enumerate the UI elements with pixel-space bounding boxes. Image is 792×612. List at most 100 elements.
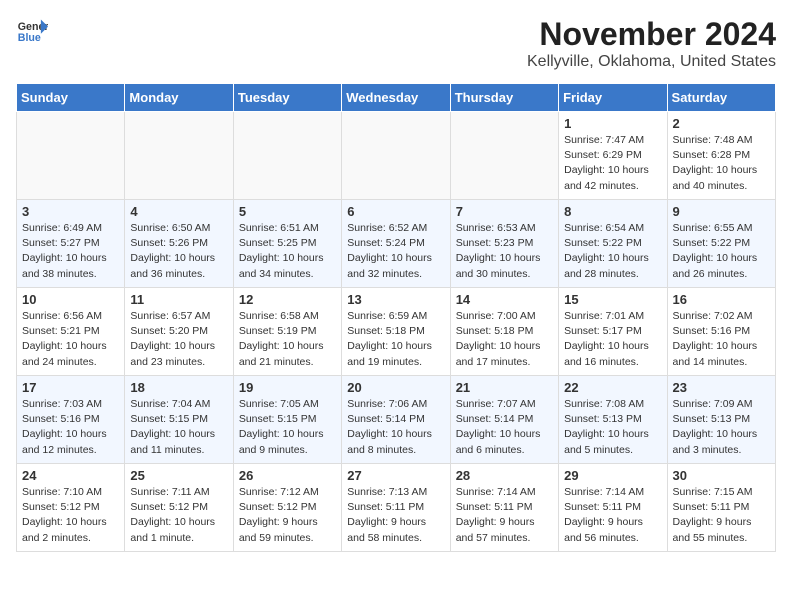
day-info: Sunrise: 6:51 AM Sunset: 5:25 PM Dayligh… [239,221,336,282]
day-number: 16 [673,292,770,307]
day-number: 12 [239,292,336,307]
day-number: 7 [456,204,553,219]
day-number: 23 [673,380,770,395]
day-number: 20 [347,380,444,395]
day-number: 13 [347,292,444,307]
calendar-day-cell: 20 Sunrise: 7:06 AM Sunset: 5:14 PM Dayli… [342,376,450,464]
calendar-week-row: 10Sunrise: 6:56 AM Sunset: 5:21 PM Dayli… [17,288,776,376]
day-number: 27 [347,468,444,483]
day-number: 1 [564,116,661,131]
calendar-day-cell: 16 Sunrise: 7:02 AM Sunset: 5:16 PM Dayli… [667,288,775,376]
day-info: Sunrise: 7:14 AM Sunset: 5:11 PM Dayligh… [456,485,553,546]
day-number: 14 [456,292,553,307]
day-number: 11 [130,292,227,307]
day-info: Sunrise: 6:57 AM Sunset: 5:20 PM Dayligh… [130,309,227,370]
calendar-day-cell [233,112,341,200]
month-title: November 2024 [527,16,776,53]
day-number: 3 [22,204,119,219]
day-info: Sunrise: 7:47 AM Sunset: 6:29 PM Dayligh… [564,133,661,194]
calendar-week-row: 3 Sunrise: 6:49 AM Sunset: 5:27 PM Daylig… [17,200,776,288]
day-number: 30 [673,468,770,483]
weekday-header-cell: Tuesday [233,84,341,112]
calendar-day-cell: 25 Sunrise: 7:11 AM Sunset: 5:12 PM Dayli… [125,464,233,552]
weekday-header-cell: Wednesday [342,84,450,112]
calendar-day-cell: 22Sunrise: 7:08 AM Sunset: 5:13 PM Dayli… [559,376,667,464]
day-info: Sunrise: 6:52 AM Sunset: 5:24 PM Dayligh… [347,221,444,282]
calendar-day-cell: 9Sunrise: 6:55 AM Sunset: 5:22 PM Daylig… [667,200,775,288]
day-number: 18 [130,380,227,395]
calendar-day-cell: 13 Sunrise: 6:59 AM Sunset: 5:18 PM Dayli… [342,288,450,376]
day-info: Sunrise: 6:59 AM Sunset: 5:18 PM Dayligh… [347,309,444,370]
calendar-day-cell: 28 Sunrise: 7:14 AM Sunset: 5:11 PM Dayli… [450,464,558,552]
calendar-day-cell: 7 Sunrise: 6:53 AM Sunset: 5:23 PM Daylig… [450,200,558,288]
day-number: 6 [347,204,444,219]
calendar-day-cell: 3 Sunrise: 6:49 AM Sunset: 5:27 PM Daylig… [17,200,125,288]
calendar-day-cell: 18 Sunrise: 7:04 AM Sunset: 5:15 PM Dayli… [125,376,233,464]
calendar-day-cell: 15Sunrise: 7:01 AM Sunset: 5:17 PM Dayli… [559,288,667,376]
calendar-day-cell: 24 Sunrise: 7:10 AM Sunset: 5:12 PM Dayli… [17,464,125,552]
calendar-day-cell: 26 Sunrise: 7:12 AM Sunset: 5:12 PM Dayli… [233,464,341,552]
weekday-header-row: SundayMondayTuesdayWednesdayThursdayFrid… [17,84,776,112]
day-number: 19 [239,380,336,395]
day-info: Sunrise: 7:12 AM Sunset: 5:12 PM Dayligh… [239,485,336,546]
weekday-header-cell: Thursday [450,84,558,112]
calendar-day-cell: 1 Sunrise: 7:47 AM Sunset: 6:29 PM Daylig… [559,112,667,200]
calendar-day-cell: 27 Sunrise: 7:13 AM Sunset: 5:11 PM Dayli… [342,464,450,552]
page-header: General Blue November 2024 Kellyville, O… [16,16,776,71]
day-number: 29 [564,468,661,483]
day-info: Sunrise: 6:53 AM Sunset: 5:23 PM Dayligh… [456,221,553,282]
day-number: 24 [22,468,119,483]
day-info: Sunrise: 7:04 AM Sunset: 5:15 PM Dayligh… [130,397,227,458]
calendar-week-row: 1 Sunrise: 7:47 AM Sunset: 6:29 PM Daylig… [17,112,776,200]
logo-icon: General Blue [16,16,48,48]
day-number: 9 [673,204,770,219]
day-number: 15 [564,292,661,307]
day-info: Sunrise: 7:13 AM Sunset: 5:11 PM Dayligh… [347,485,444,546]
svg-text:Blue: Blue [18,32,41,44]
calendar-day-cell [342,112,450,200]
day-number: 5 [239,204,336,219]
day-number: 17 [22,380,119,395]
calendar-day-cell: 5 Sunrise: 6:51 AM Sunset: 5:25 PM Daylig… [233,200,341,288]
day-number: 4 [130,204,227,219]
calendar-day-cell: 4 Sunrise: 6:50 AM Sunset: 5:26 PM Daylig… [125,200,233,288]
calendar-week-row: 24 Sunrise: 7:10 AM Sunset: 5:12 PM Dayli… [17,464,776,552]
day-number: 26 [239,468,336,483]
day-info: Sunrise: 7:07 AM Sunset: 5:14 PM Dayligh… [456,397,553,458]
day-number: 22 [564,380,661,395]
day-info: Sunrise: 7:48 AM Sunset: 6:28 PM Dayligh… [673,133,770,194]
day-info: Sunrise: 7:05 AM Sunset: 5:15 PM Dayligh… [239,397,336,458]
calendar-day-cell: 17Sunrise: 7:03 AM Sunset: 5:16 PM Dayli… [17,376,125,464]
calendar-day-cell: 23 Sunrise: 7:09 AM Sunset: 5:13 PM Dayli… [667,376,775,464]
location-title: Kellyville, Oklahoma, United States [527,53,776,71]
day-info: Sunrise: 7:14 AM Sunset: 5:11 PM Dayligh… [564,485,661,546]
day-info: Sunrise: 6:49 AM Sunset: 5:27 PM Dayligh… [22,221,119,282]
day-info: Sunrise: 7:06 AM Sunset: 5:14 PM Dayligh… [347,397,444,458]
day-info: Sunrise: 6:58 AM Sunset: 5:19 PM Dayligh… [239,309,336,370]
calendar-day-cell [125,112,233,200]
day-number: 25 [130,468,227,483]
day-info: Sunrise: 6:54 AM Sunset: 5:22 PM Dayligh… [564,221,661,282]
day-number: 28 [456,468,553,483]
calendar-day-cell: 10Sunrise: 6:56 AM Sunset: 5:21 PM Dayli… [17,288,125,376]
calendar-day-cell: 19 Sunrise: 7:05 AM Sunset: 5:15 PM Dayli… [233,376,341,464]
day-number: 10 [22,292,119,307]
calendar-day-cell [17,112,125,200]
day-info: Sunrise: 7:11 AM Sunset: 5:12 PM Dayligh… [130,485,227,546]
day-info: Sunrise: 7:00 AM Sunset: 5:18 PM Dayligh… [456,309,553,370]
day-info: Sunrise: 6:50 AM Sunset: 5:26 PM Dayligh… [130,221,227,282]
calendar-day-cell: 14 Sunrise: 7:00 AM Sunset: 5:18 PM Dayli… [450,288,558,376]
day-number: 21 [456,380,553,395]
day-number: 2 [673,116,770,131]
calendar-day-cell: 8Sunrise: 6:54 AM Sunset: 5:22 PM Daylig… [559,200,667,288]
calendar-day-cell: 30Sunrise: 7:15 AM Sunset: 5:11 PM Dayli… [667,464,775,552]
calendar-day-cell: 12 Sunrise: 6:58 AM Sunset: 5:19 PM Dayli… [233,288,341,376]
day-info: Sunrise: 7:10 AM Sunset: 5:12 PM Dayligh… [22,485,119,546]
day-info: Sunrise: 7:02 AM Sunset: 5:16 PM Dayligh… [673,309,770,370]
day-info: Sunrise: 7:09 AM Sunset: 5:13 PM Dayligh… [673,397,770,458]
calendar-day-cell: 21 Sunrise: 7:07 AM Sunset: 5:14 PM Dayli… [450,376,558,464]
weekday-header-cell: Sunday [17,84,125,112]
calendar-table: SundayMondayTuesdayWednesdayThursdayFrid… [16,83,776,552]
weekday-header-cell: Saturday [667,84,775,112]
logo: General Blue [16,16,48,48]
